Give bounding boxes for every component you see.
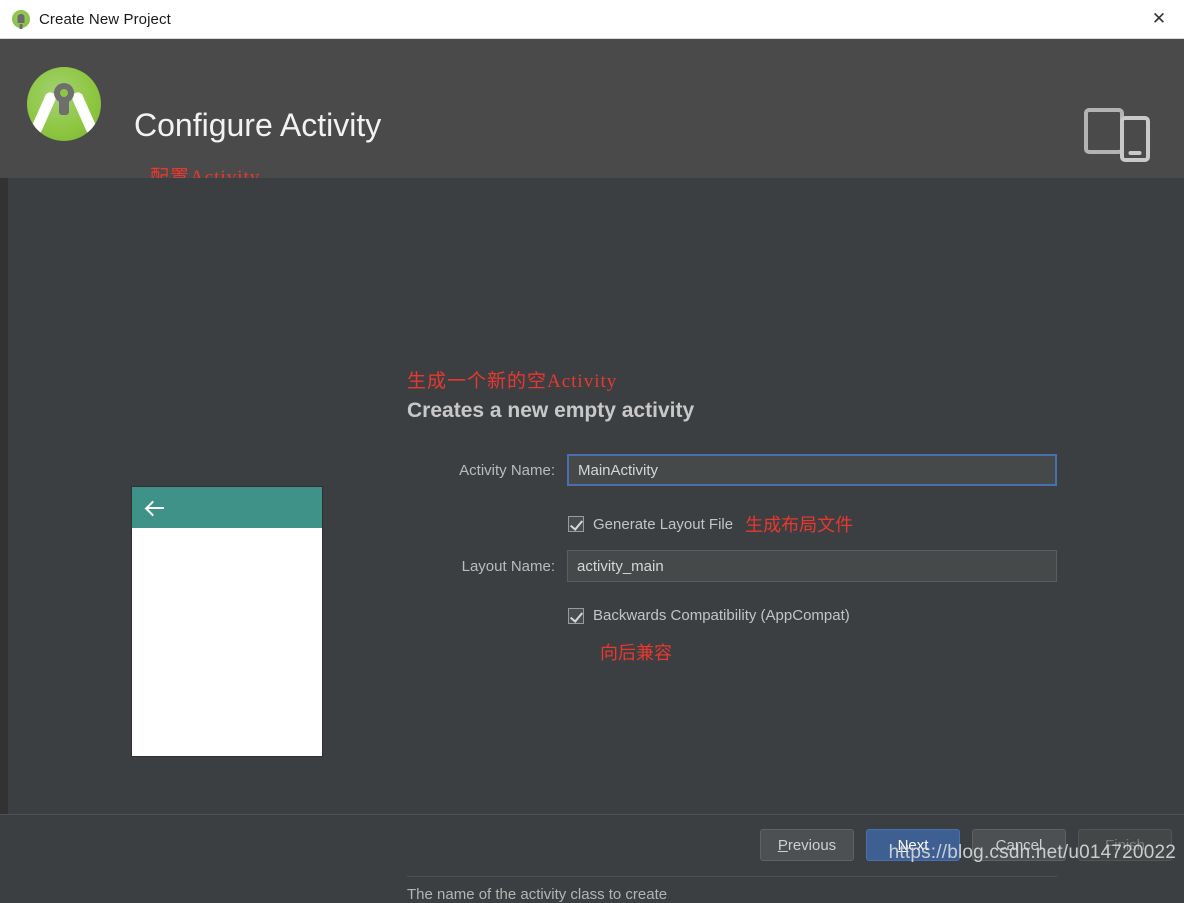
wizard-header: Configure Activity 配置Activity: [0, 39, 1184, 188]
generate-layout-label: Generate Layout File: [593, 515, 734, 533]
left-rail: [0, 178, 8, 854]
activity-preview: [132, 487, 322, 756]
description-title: Creates a new empty activity: [407, 399, 695, 422]
help-text: The name of the activity class to create: [407, 886, 668, 903]
generate-layout-row[interactable]: Generate Layout File 生成布局文件: [568, 511, 853, 537]
layout-name-input[interactable]: [567, 550, 1057, 582]
layout-name-row: Layout Name:: [407, 550, 1057, 582]
wizard-body: 生成一个新的空Activity Creates a new empty acti…: [0, 178, 1184, 903]
close-icon[interactable]: ✕: [1134, 0, 1184, 38]
activity-name-input[interactable]: [567, 454, 1057, 486]
form-divider: [407, 876, 1057, 877]
window-title: Create New Project: [39, 10, 171, 28]
wizard-footer: Previous Next Cancel Finish: [0, 814, 1184, 876]
generate-layout-annotation: 生成布局文件: [745, 515, 854, 535]
description-annotation: 生成一个新的空Activity: [407, 371, 618, 392]
window-titlebar: Create New Project ✕: [0, 0, 1184, 39]
page-title: Configure Activity: [134, 107, 382, 143]
generate-layout-checkbox[interactable]: [568, 516, 584, 532]
cancel-button-label: Cancel: [995, 836, 1043, 854]
finish-button-label: Finish: [1104, 836, 1145, 854]
backwards-compat-annotation: 向后兼容: [600, 643, 672, 663]
android-studio-logo: [27, 67, 101, 141]
activity-name-label: Activity Name:: [459, 461, 555, 479]
phone-tablet-icon: [1084, 104, 1150, 162]
previous-button-label: revious: [787, 836, 837, 854]
backwards-compat-checkbox[interactable]: [568, 607, 584, 624]
finish-button: Finish: [1078, 829, 1172, 861]
next-button-label: ext: [908, 836, 929, 854]
backwards-compat-row[interactable]: Backwards Compatibility (AppCompat): [568, 607, 850, 624]
activity-name-row: Activity Name:: [407, 454, 1057, 486]
android-studio-icon: [12, 10, 30, 28]
next-button[interactable]: Next: [866, 829, 960, 861]
form-area: 生成一个新的空Activity Creates a new empty acti…: [407, 178, 1057, 423]
previous-button[interactable]: Previous: [760, 829, 854, 861]
preview-appbar: [132, 487, 322, 528]
cancel-button[interactable]: Cancel: [972, 829, 1066, 861]
backwards-compat-label: Backwards Compatibility (AppCompat): [593, 607, 850, 624]
back-arrow-icon: [146, 498, 166, 518]
layout-name-label: Layout Name:: [461, 557, 555, 575]
